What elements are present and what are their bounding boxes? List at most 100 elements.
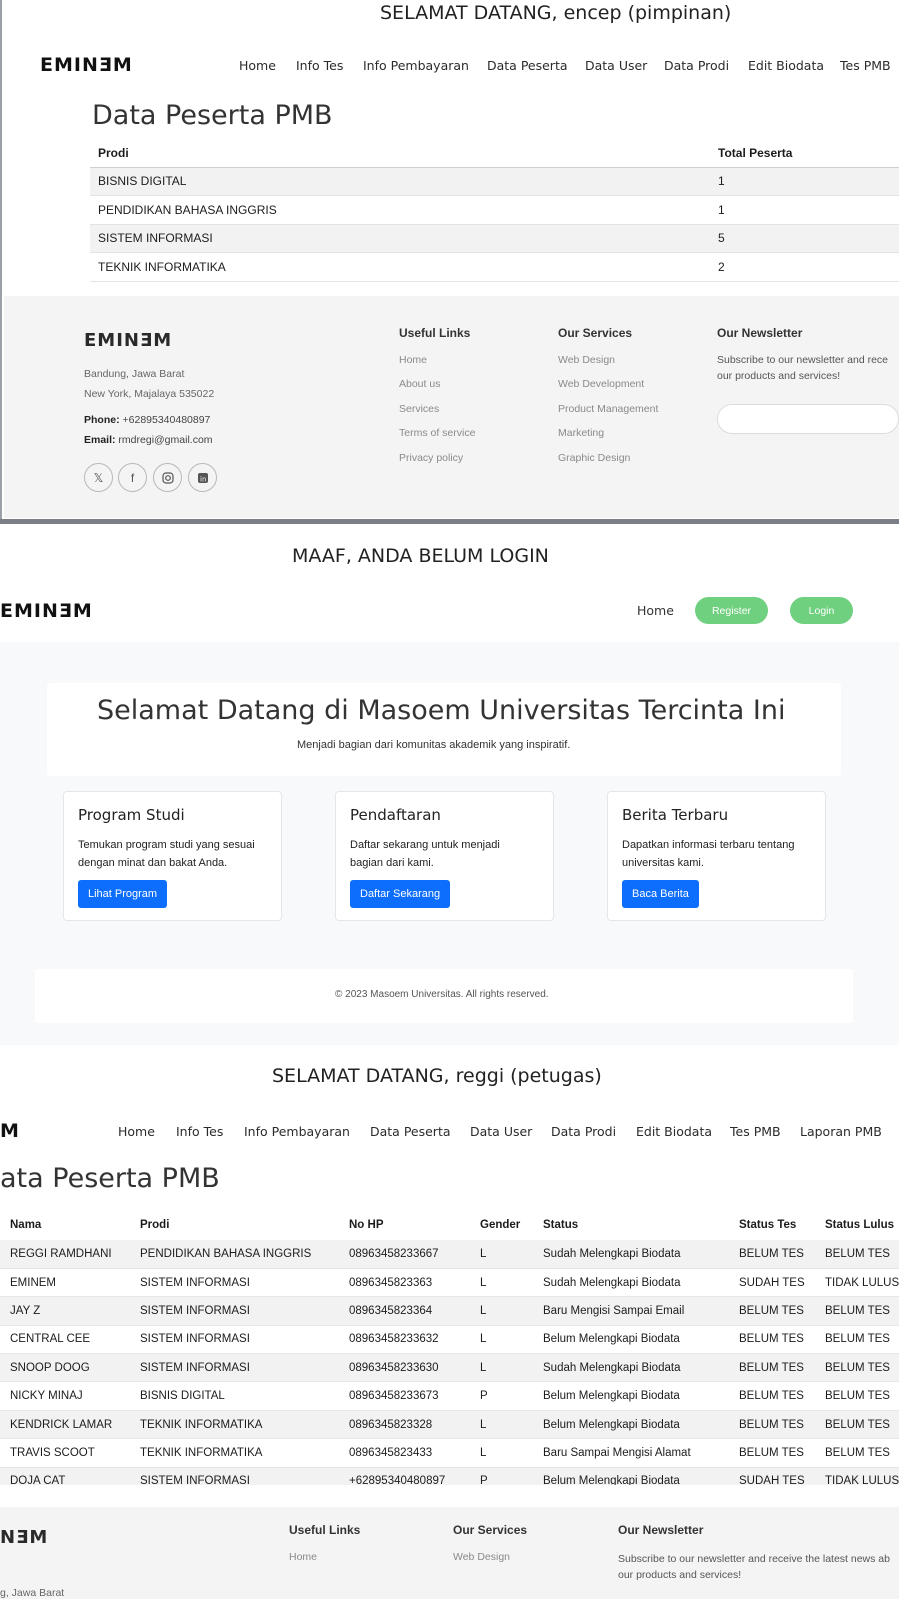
nav-tes-pmb[interactable]: Tes PMB — [730, 1124, 781, 1139]
nav-data-prodi[interactable]: Data Prodi — [664, 58, 729, 73]
login-button[interactable]: Login — [790, 597, 853, 624]
nav-tes-pmb[interactable]: Tes PMB — [840, 58, 891, 73]
card-title: Program Studi — [78, 806, 185, 824]
card-text-line: bagian dari kami. — [350, 857, 434, 869]
table-row: DOJA CAT SISTEM INFORMASI +6289534048089… — [0, 1467, 899, 1485]
nav-home[interactable]: Home — [118, 1124, 155, 1139]
cell-gender: L — [470, 1296, 533, 1326]
services-heading: Our Services — [558, 326, 633, 340]
cell-gender: L — [470, 1240, 533, 1269]
service-graphic-design[interactable]: Graphic Design — [558, 452, 630, 464]
nav-data-user[interactable]: Data User — [585, 58, 647, 73]
daftar-sekarang-button[interactable]: Daftar Sekarang — [350, 880, 451, 908]
card-text-line: universitas kami. — [622, 857, 704, 869]
card-text: Dapatkan informasi terbaru tentang univer… — [622, 836, 794, 872]
cell-no-hp: 0896345823328 — [339, 1410, 470, 1440]
footer-link-terms[interactable]: Terms of service — [399, 427, 475, 439]
baca-berita-button[interactable]: Baca Berita — [622, 880, 699, 908]
nav-home[interactable]: Home — [239, 58, 276, 73]
service-marketing[interactable]: Marketing — [558, 427, 604, 439]
cell-status-lulus: BELUM TES — [815, 1410, 899, 1440]
card-text-line: Temukan program studi yang sesuai — [78, 839, 255, 851]
nav-home[interactable]: Home — [637, 603, 674, 618]
cell-status: Belum Melengkapi Biodata — [533, 1381, 729, 1411]
newsletter-email-input[interactable] — [717, 404, 899, 434]
cell-prodi: SISTEM INFORMASI — [90, 224, 710, 253]
logo[interactable]: EMINƎM — [40, 54, 133, 76]
nav-edit-biodata[interactable]: Edit Biodata — [636, 1124, 712, 1139]
x-icon[interactable]: 𝕏 — [84, 463, 113, 492]
cell-status-lulus: BELUM TES — [815, 1438, 899, 1468]
cell-status-lulus: BELUM TES — [815, 1381, 899, 1411]
cell-nama: CENTRAL CEE — [0, 1325, 130, 1355]
cell-no-hp: 08963458233667 — [339, 1240, 470, 1269]
footer-logo[interactable]: EMINƎM — [84, 330, 172, 351]
col-total-peserta: Total Peserta — [710, 140, 899, 168]
useful-links-heading: Useful Links — [399, 326, 471, 340]
footer-link-services[interactable]: Services — [399, 403, 439, 415]
pimpinan-page: SELAMAT DATANG, encep (pimpinan) EMINƎM … — [0, 0, 899, 535]
service-web-design[interactable]: Web Design — [558, 354, 615, 366]
instagram-icon[interactable] — [153, 463, 182, 492]
newsletter-text-1: Subscribe to our newsletter and receive … — [618, 1553, 890, 1565]
card-title: Pendaftaran — [350, 806, 441, 824]
cell-status-lulus: TIDAK LULUS — [815, 1467, 899, 1485]
service-web-development[interactable]: Web Development — [558, 378, 644, 390]
footer-link-about[interactable]: About us — [399, 378, 440, 390]
logo[interactable]: M — [0, 1120, 20, 1142]
lihat-program-button[interactable]: Lihat Program — [78, 880, 168, 908]
service-product-management[interactable]: Product Management — [558, 403, 658, 415]
table-row: BISNIS DIGITAL 1 — [90, 167, 899, 196]
table-header-row: Prodi Total Peserta — [90, 140, 899, 168]
nav-info-pembayaran[interactable]: Info Pembayaran — [363, 58, 469, 73]
col-gender: Gender — [480, 1219, 521, 1231]
nav-data-user[interactable]: Data User — [470, 1124, 532, 1139]
hero-title: Selamat Datang di Masoem Universitas Ter… — [97, 695, 786, 726]
card-pendaftaran: Pendaftaran Daftar sekarang untuk menjad… — [335, 791, 554, 921]
cell-nama: JAY Z — [0, 1296, 130, 1326]
nav-data-prodi[interactable]: Data Prodi — [551, 1124, 616, 1139]
nav-info-pembayaran[interactable]: Info Pembayaran — [244, 1124, 350, 1139]
cell-nama: TRAVIS SCOOT — [0, 1438, 130, 1468]
logo[interactable]: EMINƎM — [0, 600, 93, 622]
footer-link-home[interactable]: Home — [399, 354, 427, 366]
cell-status-lulus: BELUM TES — [815, 1240, 899, 1269]
cell-status-lulus: BELUM TES — [815, 1296, 899, 1326]
cell-no-hp: 08963458233630 — [339, 1353, 470, 1383]
nav-edit-biodata[interactable]: Edit Biodata — [748, 58, 824, 73]
cell-status-tes: BELUM TES — [729, 1353, 815, 1383]
service-web-design[interactable]: Web Design — [453, 1551, 510, 1563]
footer-logo[interactable]: NƎM — [0, 1527, 48, 1548]
horizontal-scrollbar[interactable] — [0, 519, 899, 524]
register-button[interactable]: Register — [695, 597, 768, 624]
nav-info-tes[interactable]: Info Tes — [296, 58, 343, 73]
cell-no-hp: 0896345823363 — [339, 1268, 470, 1298]
cell-gender: L — [470, 1353, 533, 1383]
col-status: Status — [543, 1219, 579, 1231]
phone-value: +628953404808­97 — [119, 414, 211, 426]
nav-info-tes[interactable]: Info Tes — [176, 1124, 223, 1139]
footer-address-2: New York, Majalaya 535022 — [84, 388, 215, 400]
cell-status-tes: BELUM TES — [729, 1325, 815, 1355]
guest-page: MAAF, ANDA BELUM LOGIN EMINƎM Home Regis… — [0, 535, 899, 1045]
footer-link-home[interactable]: Home — [289, 1551, 317, 1563]
facebook-icon[interactable]: f — [118, 463, 147, 492]
services-heading: Our Services — [453, 1523, 528, 1537]
footer-phone: Phone: +628953404808­97 — [84, 414, 210, 426]
newsletter-heading: Our Newsletter — [717, 326, 803, 340]
linkedin-icon[interactable]: in — [188, 463, 217, 492]
cell-nama: EMINEM — [0, 1268, 130, 1298]
newsletter-heading: Our Newsletter — [618, 1523, 704, 1537]
table-row: CENTRAL CEE SISTEM INFORMASI 08963458233… — [0, 1325, 899, 1355]
nav-data-peserta[interactable]: Data Peserta — [370, 1124, 451, 1139]
cell-prodi: SISTEM INFORMASI — [130, 1296, 339, 1326]
cell-status-lulus: BELUM TES — [815, 1325, 899, 1355]
table-header-row: Nama Prodi No HP Gender Status Status Te… — [0, 1210, 899, 1240]
cell-nama: SNOOP DOOG — [0, 1353, 130, 1383]
nav-data-peserta[interactable]: Data Peserta — [487, 58, 568, 73]
cell-prodi: SISTEM INFORMASI — [130, 1268, 339, 1298]
cell-prodi: SISTEM INFORMASI — [130, 1325, 339, 1355]
nav-laporan-pmb[interactable]: Laporan PMB — [800, 1124, 882, 1139]
cell-total: 1 — [710, 195, 899, 225]
footer-link-privacy[interactable]: Privacy policy — [399, 452, 463, 464]
